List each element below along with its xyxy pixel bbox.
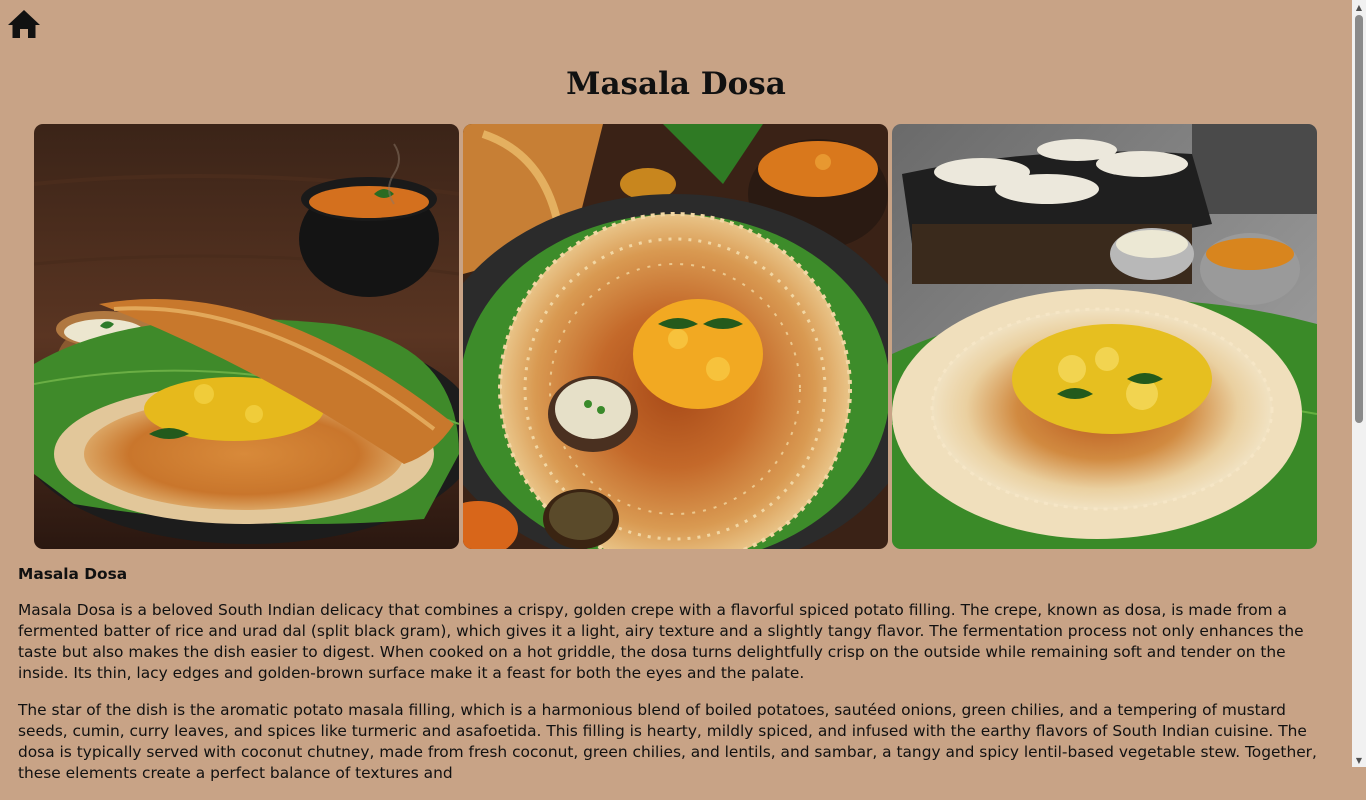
dosa-photo-1 [34, 124, 459, 549]
scroll-up-arrow-icon[interactable]: ▲ [1352, 0, 1366, 14]
scrollbar-thumb[interactable] [1355, 15, 1363, 423]
article: Masala Dosa Masala Dosa is a beloved Sou… [18, 563, 1336, 800]
vertical-scrollbar[interactable]: ▲ ▼ [1352, 0, 1366, 767]
home-icon [8, 10, 40, 38]
page: Masala Dosa Masala Dosa Masala Dosa is a… [0, 0, 1352, 782]
dosa-photo-3 [892, 124, 1317, 549]
article-heading: Masala Dosa [18, 565, 128, 583]
article-paragraph-2: The star of the dish is the aromatic pot… [18, 701, 1317, 782]
image-gallery [34, 124, 1318, 549]
article-paragraph-1: Masala Dosa is a beloved South Indian de… [18, 601, 1304, 682]
dosa-photo-2 [463, 124, 888, 549]
page-title: Masala Dosa [566, 66, 786, 102]
scroll-down-arrow-icon[interactable]: ▼ [1352, 753, 1366, 767]
home-button[interactable] [7, 8, 41, 40]
